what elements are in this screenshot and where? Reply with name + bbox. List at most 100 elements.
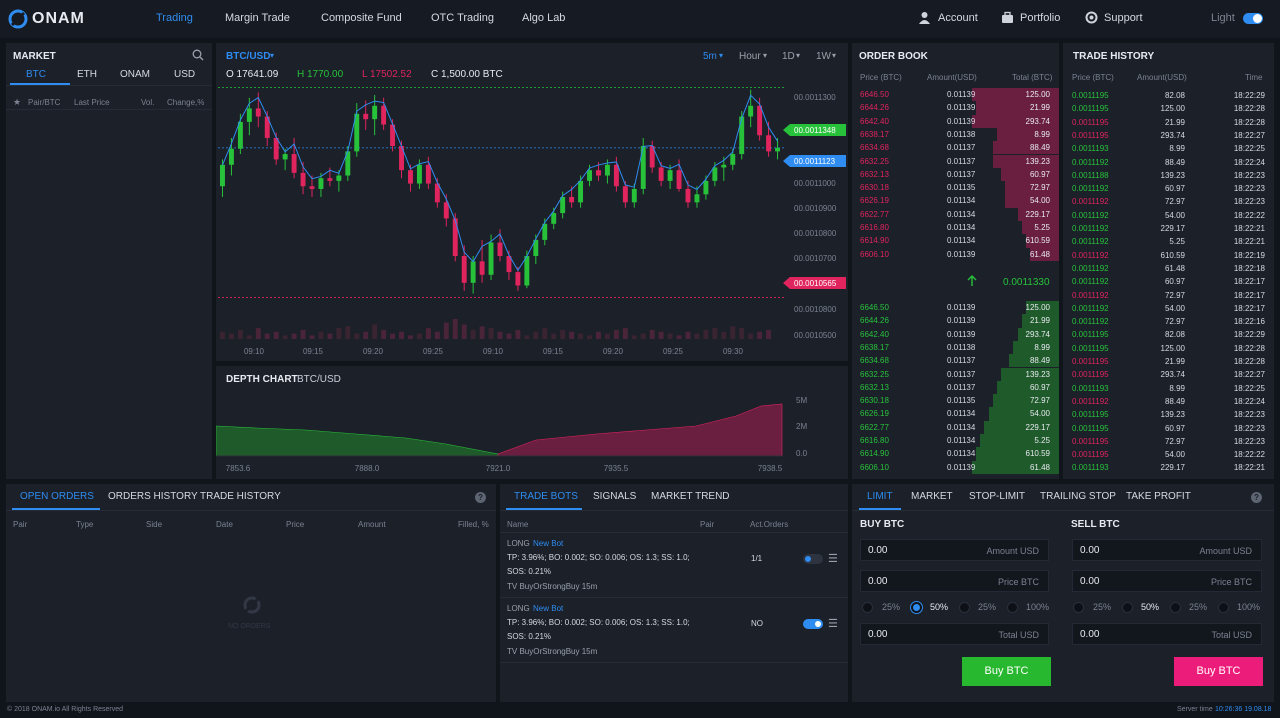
nav-composite-fund[interactable]: Composite Fund xyxy=(321,12,402,24)
ask-row[interactable]: 6630.18 0.01135 72.97 xyxy=(852,181,1059,195)
nav-trading[interactable]: Trading xyxy=(156,12,193,24)
buy-price-input[interactable]: 0.00 Price BTC xyxy=(860,570,1049,592)
ask-row[interactable]: 6632.13 0.01137 60.97 xyxy=(852,167,1059,182)
tab-limit[interactable]: LIMIT xyxy=(867,491,893,502)
portfolio-icon[interactable] xyxy=(1001,11,1014,24)
sell-amount-input[interactable]: 0.00 Amount USD xyxy=(1072,539,1262,561)
nav-portfolio[interactable]: Portfolio xyxy=(1020,12,1060,24)
ask-row[interactable]: 6626.19 0.01134 54.00 xyxy=(852,194,1059,208)
tab-trade-bots[interactable]: TRADE BOTS xyxy=(514,491,578,502)
candle xyxy=(246,108,252,122)
sell-price-input[interactable]: 0.00 Price BTC xyxy=(1072,570,1262,592)
ask-row[interactable]: 6644.26 0.01139 21.99 xyxy=(852,101,1059,115)
buy-percent-radio-50[interactable] xyxy=(911,602,922,613)
bid-row[interactable]: 6632.13 0.01137 60.97 xyxy=(852,380,1059,395)
bid-row[interactable]: 6644.26 0.01139 21.99 xyxy=(852,314,1059,328)
col-last-price[interactable]: Last Price xyxy=(74,98,110,107)
tab-signals[interactable]: SIGNALS xyxy=(593,491,636,502)
menu-icon[interactable]: ☰ xyxy=(828,552,838,565)
tab-trade-history[interactable]: TRADE HISTORY xyxy=(200,491,281,502)
bot-badge[interactable]: New Bot xyxy=(533,539,563,548)
market-tab-btc[interactable]: BTC xyxy=(26,69,46,80)
bid-row[interactable]: 6632.25 0.01137 139.23 xyxy=(852,367,1059,381)
tab-open-orders[interactable]: OPEN ORDERS xyxy=(20,491,94,502)
help-icon[interactable]: ? xyxy=(1251,492,1262,503)
nav-algo-lab[interactable]: Algo Lab xyxy=(522,12,565,24)
nav-otc-trading[interactable]: OTC Trading xyxy=(431,12,494,24)
ask-row[interactable]: 6638.17 0.01138 8.99 xyxy=(852,127,1059,142)
interval-1w[interactable]: 1W xyxy=(816,51,831,62)
bid-row[interactable]: 6638.17 0.01138 8.99 xyxy=(852,340,1059,355)
bot-badge[interactable]: New Bot xyxy=(533,604,563,613)
sell-percent-radio-25b[interactable] xyxy=(1170,602,1181,613)
bid-row[interactable]: 6606.10 0.01139 61.48 xyxy=(852,460,1059,474)
nav-support[interactable]: Support xyxy=(1104,12,1143,24)
bid-row[interactable]: 6622.77 0.01134 229.17 xyxy=(852,420,1059,434)
buy-btc-button[interactable]: Buy BTC xyxy=(962,657,1051,686)
ask-row[interactable]: 6616.80 0.01134 5.25 xyxy=(852,221,1059,235)
ask-row[interactable]: 6642.40 0.01139 293.74 xyxy=(852,114,1059,128)
sell-percent-radio-25[interactable] xyxy=(1073,602,1084,613)
interval-5m[interactable]: 5m xyxy=(703,51,717,62)
nav-margin-trade[interactable]: Margin Trade xyxy=(225,12,290,24)
support-icon[interactable] xyxy=(1085,11,1098,24)
bot-toggle[interactable] xyxy=(803,619,823,629)
bid-row[interactable]: 6642.40 0.01139 293.74 xyxy=(852,327,1059,341)
col-pair[interactable]: Pair/BTC xyxy=(28,98,60,107)
ob-amount: 0.01134 xyxy=(947,449,976,459)
market-tab-eth[interactable]: ETH xyxy=(77,69,97,80)
chevron-down-icon[interactable]: ▾ xyxy=(832,51,836,60)
sell-total-input[interactable]: 0.00 Total USD xyxy=(1072,623,1262,645)
ask-row[interactable]: 6622.77 0.01134 229.17 xyxy=(852,207,1059,221)
account-icon[interactable] xyxy=(918,11,931,24)
col-change[interactable]: Change,% xyxy=(167,98,204,107)
tab-orders-history[interactable]: ORDERS HISTORY xyxy=(108,491,198,502)
chevron-down-icon[interactable]: ▾ xyxy=(796,51,800,60)
bot-item[interactable]: LONG New Bot TP: 3.96%; BO: 0.002; SO: 0… xyxy=(500,597,848,663)
tab-take-profit[interactable]: TAKE PROFIT xyxy=(1126,491,1191,502)
buy-percent-radio-25[interactable] xyxy=(862,602,873,613)
help-icon[interactable]: ? xyxy=(475,492,486,503)
interval-1d[interactable]: 1D xyxy=(782,51,795,62)
bid-row[interactable]: 6630.18 0.01135 72.97 xyxy=(852,394,1059,408)
chart-pair-selector[interactable]: BTC/USD xyxy=(226,51,270,62)
interval-hour[interactable]: Hour xyxy=(739,51,761,62)
tab-market-trend[interactable]: MARKET TREND xyxy=(651,491,730,502)
nav-account[interactable]: Account xyxy=(938,12,978,24)
chevron-down-icon[interactable]: ▾ xyxy=(719,51,723,60)
bid-row[interactable]: 6626.19 0.01134 54.00 xyxy=(852,407,1059,421)
tab-stop-limit[interactable]: STOP-LIMIT xyxy=(969,491,1025,502)
search-icon[interactable] xyxy=(192,49,204,61)
market-tab-usd[interactable]: USD xyxy=(174,69,195,80)
depth-chart[interactable]: 7853.6 7888.0 7921.0 7935.5 7938.5 5M 2M 0.0 xyxy=(216,388,848,479)
candlestick-chart[interactable]: 00.0011300 00.0011348 00.0011123 00.0011000… xyxy=(216,83,848,361)
bid-row[interactable]: 6616.80 0.01134 5.25 xyxy=(852,434,1059,448)
chevron-down-icon[interactable]: ▾ xyxy=(270,51,274,60)
ask-row[interactable]: 6614.90 0.01134 610.59 xyxy=(852,234,1059,248)
buy-total-input[interactable]: 0.00 Total USD xyxy=(860,623,1049,645)
ask-row[interactable]: 6606.10 0.01139 61.48 xyxy=(852,247,1059,261)
bot-item[interactable]: LONG New Bot TP: 3.96%; BO: 0.002; SO: 0… xyxy=(500,532,848,596)
favorite-star-icon[interactable]: ★ xyxy=(13,97,21,108)
sell-percent-radio-50[interactable] xyxy=(1122,602,1133,613)
sell-btc-button[interactable]: Buy BTC xyxy=(1174,657,1263,686)
theme-toggle[interactable] xyxy=(1243,13,1263,24)
buy-percent-radio-25b[interactable] xyxy=(959,602,970,613)
buy-percent-radio-100[interactable] xyxy=(1007,602,1018,613)
bid-row[interactable]: 6614.90 0.01134 610.59 xyxy=(852,447,1059,461)
col-volume[interactable]: Vol. xyxy=(141,98,154,107)
bot-toggle[interactable] xyxy=(803,554,823,564)
chevron-down-icon[interactable]: ▾ xyxy=(763,51,767,60)
sell-percent-radio-100[interactable] xyxy=(1218,602,1229,613)
tab-market[interactable]: MARKET xyxy=(911,491,953,502)
tab-trailing-stop[interactable]: TRAILING STOP xyxy=(1040,491,1116,502)
bid-row[interactable]: 6634.68 0.01137 88.49 xyxy=(852,354,1059,368)
buy-amount-input[interactable]: 0.00 Amount USD xyxy=(860,539,1049,561)
market-tab-onam[interactable]: ONAM xyxy=(120,69,150,80)
brand-name[interactable]: ONAM xyxy=(32,10,85,28)
bid-row[interactable]: 6646.50 0.01139 125.00 xyxy=(852,301,1059,315)
ask-row[interactable]: 6632.25 0.01137 139.23 xyxy=(852,154,1059,168)
ask-row[interactable]: 6634.68 0.01137 88.49 xyxy=(852,141,1059,155)
menu-icon[interactable]: ☰ xyxy=(828,617,838,630)
ask-row[interactable]: 6646.50 0.01139 125.00 xyxy=(852,88,1059,102)
